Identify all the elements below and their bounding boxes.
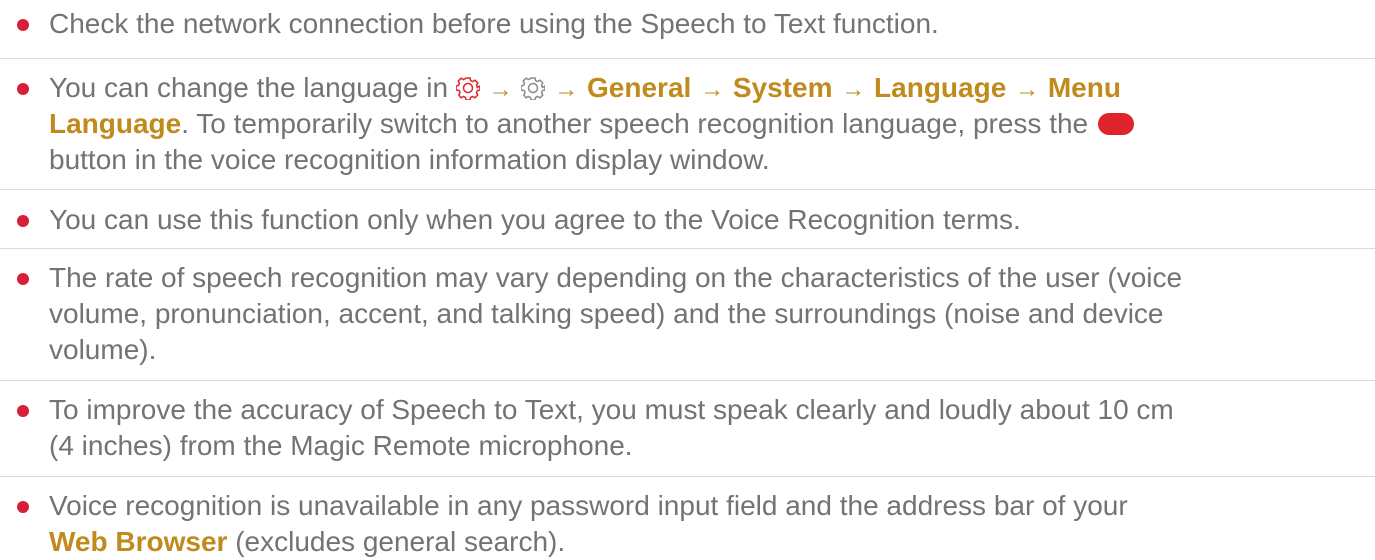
note-text: volume, pronunciation, accent, and talki… [49,298,1164,329]
notes-list: Check the network connection before usin… [0,0,1375,557]
bullet-icon [17,501,29,513]
note-line: Web Browser (excludes general search). [49,524,565,560]
divider [0,189,1375,190]
note-text: Voice recognition is unavailable in any … [49,490,1128,521]
note-text: . To temporarily switch to another speec… [181,108,1089,139]
menu-path-web-browser: Web Browser [49,526,228,557]
note-text: button in the voice recognition informat… [49,144,770,175]
note-line: You can change the language in → → Gener… [49,70,1121,108]
divider [0,476,1375,477]
bullet-icon [17,215,29,227]
divider [0,248,1375,249]
arrow-right-icon: → [700,76,725,103]
arrow-right-icon: → [841,76,866,103]
arrow-right-icon: → [488,76,513,103]
all-settings-gear-icon [520,73,547,101]
note-text: Check the network connection before usin… [49,8,939,39]
note-text: To improve the accuracy of Speech to Tex… [49,394,1174,425]
note-text: volume). [49,334,157,365]
arrow-right-icon: → [1015,76,1040,103]
red-button-icon [1097,113,1134,135]
settings-gear-icon [455,73,481,101]
bullet-icon [17,83,29,95]
menu-path-language: Language [874,72,1007,103]
bullet-icon [17,405,29,417]
note-text: The rate of speech recognition may vary … [49,262,1183,293]
menu-path-menu: Menu [1047,72,1121,103]
bullet-icon [17,273,29,285]
menu-path-general: General [587,72,692,103]
divider [0,380,1375,381]
note-line: Language. To temporarily switch to anoth… [49,106,1134,142]
note-text: (4 inches) from the Magic Remote microph… [49,430,633,461]
arrow-right-icon: → [554,76,579,103]
note-text: (excludes general search). [227,526,566,557]
bullet-icon [17,19,29,31]
menu-path-system: System [732,72,833,103]
note-text: You can change the language in [49,72,449,103]
note-text: You can use this function only when you … [49,204,1021,235]
divider [0,58,1375,59]
menu-path-menu-language: Language [49,108,182,139]
